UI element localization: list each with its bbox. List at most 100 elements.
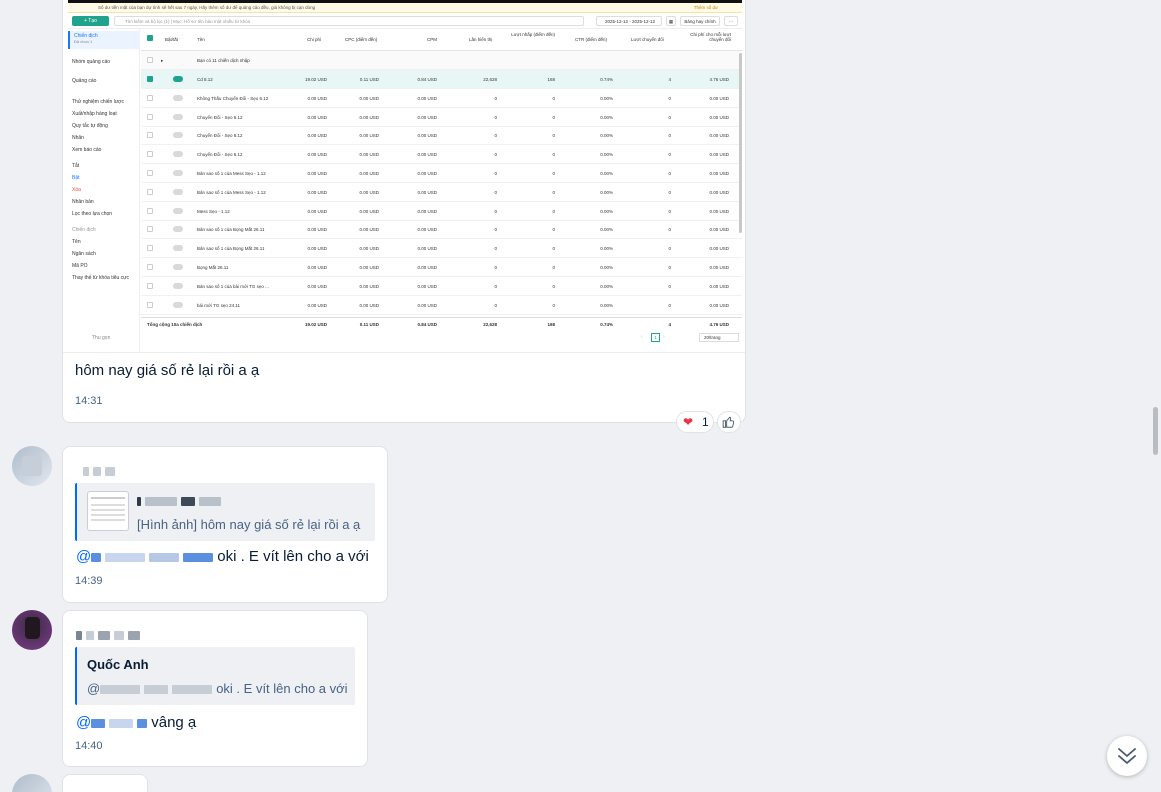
avatar-pixelated bbox=[22, 456, 42, 476]
row-cpc: 0.00 USD bbox=[359, 208, 379, 214]
row-checkbox bbox=[147, 132, 153, 139]
sidebar-collapse: Thu gọn bbox=[92, 335, 111, 341]
row-imp: 0 bbox=[494, 152, 497, 158]
col-onoff: Bật/tắt bbox=[165, 37, 179, 42]
row-conv: 0 bbox=[668, 152, 671, 158]
row-checkbox bbox=[147, 94, 153, 101]
row-cpa: 0.00 USD bbox=[709, 189, 729, 195]
sidebar-active-campaigns: Chiến dịch Đã chọn 1 bbox=[68, 31, 140, 49]
quoted-message[interactable]: Quốc Anh @ oki . E vít lên cho a với bbox=[75, 647, 355, 705]
message-body: @ vâng ạ bbox=[76, 714, 196, 731]
row-ctr: 0.00% bbox=[600, 208, 613, 214]
row-name: Cd 8.12 bbox=[197, 77, 213, 82]
row-cpc: 0.00 USD bbox=[359, 189, 379, 195]
row-imp: 0 bbox=[494, 114, 497, 120]
row-toggle bbox=[173, 151, 183, 158]
campaign-row: bài mới TG sẹo 24.11 0.00 USD 0.00 USD 0.00… bbox=[141, 296, 742, 315]
row-clicks: 0 bbox=[552, 171, 555, 176]
sidebar-tool-3: Nhãn bbox=[72, 135, 84, 141]
quoted-sender-redacted bbox=[137, 493, 225, 511]
columns-button: Bảng hay chính bbox=[680, 16, 720, 26]
row-name: Chuyển Đổi - Sẹo 6.12 bbox=[197, 133, 243, 139]
message-time: 14:31 bbox=[75, 395, 103, 407]
next-message-partial[interactable] bbox=[62, 774, 148, 792]
reply-message[interactable]: [Hình ảnh] hôm nay giá số rẻ lại rồi a ạ… bbox=[62, 446, 388, 603]
row-conv: 0 bbox=[668, 114, 671, 120]
table-scrollbar bbox=[739, 53, 742, 233]
quoted-mention: @ bbox=[87, 681, 101, 696]
row-cost: 0.00 USD bbox=[307, 189, 327, 195]
row-ctr: 0.00% bbox=[600, 189, 613, 195]
row-conv: 0 bbox=[668, 246, 671, 252]
row-clicks: 0 bbox=[552, 152, 555, 158]
like-button[interactable] bbox=[717, 411, 741, 433]
row-cpm: 0.00 USD bbox=[417, 152, 437, 158]
ads-sidebar: Chiến dịch Đã chọn 1 Nhóm quảng cáo Quản… bbox=[68, 29, 140, 352]
row-toggle bbox=[173, 301, 183, 308]
row-ctr: 0.74% bbox=[600, 77, 613, 82]
campaign-row: Cd 8.12 19.02 USD 0.11 USD 0.84 USD 22,628 16… bbox=[141, 70, 742, 89]
sidebar-status-1: Bật bbox=[72, 175, 80, 181]
sidebar-tool-0: Thử nghiệm chiến lược bbox=[72, 99, 124, 105]
calendar-icon: ▦ bbox=[666, 16, 676, 26]
row-imp: 0 bbox=[494, 171, 497, 176]
mention[interactable]: @ bbox=[76, 714, 91, 731]
row-cpa: 0.00 USD bbox=[709, 265, 729, 270]
row-ctr: 0.00% bbox=[600, 283, 613, 289]
sidebar-status-3: Nhân bản bbox=[72, 199, 94, 205]
reaction-summary[interactable]: ❤ 1 bbox=[676, 411, 714, 433]
reaction-count: 1 bbox=[702, 415, 709, 429]
row-cpa: 0.00 USD bbox=[709, 208, 729, 214]
row-clicks: 0 bbox=[552, 208, 555, 214]
ads-search-input: Tìm kiếm và bộ lọc (1) | Mục: Hồ sơ tên … bbox=[114, 16, 584, 26]
totals-cost: 19.02 USD bbox=[304, 322, 327, 327]
row-conv: 0 bbox=[668, 189, 671, 195]
mention[interactable]: @ bbox=[76, 548, 91, 565]
row-toggle bbox=[173, 76, 183, 82]
row-name: Không Thấu Chuyển Đổi - Sẹo 6.12 bbox=[197, 95, 269, 101]
row-cpa: 0.00 USD bbox=[709, 133, 729, 139]
shared-screenshot[interactable]: Số dư tiền mặt của bạn dự tính sẽ hết sa… bbox=[63, 0, 745, 353]
row-cost: 0.00 USD bbox=[307, 283, 327, 289]
campaign-row: Bản sao số 1 của Bọng Mắt 26.11 0.00 USD 0… bbox=[141, 239, 742, 259]
quoted-image-message[interactable]: [Hình ảnh] hôm nay giá số rẻ lại rồi a ạ bbox=[75, 483, 375, 541]
message-body: @ oki . E vít lên cho a với bbox=[76, 548, 369, 565]
row-imp: 0 bbox=[494, 133, 497, 139]
row-checkbox bbox=[147, 188, 153, 195]
row-conv: 4 bbox=[668, 77, 671, 82]
chat-scrollbar[interactable] bbox=[1153, 407, 1158, 455]
row-checkbox bbox=[147, 245, 153, 252]
row-cpm: 0.00 USD bbox=[417, 265, 437, 270]
row-clicks: 0 bbox=[552, 114, 555, 120]
quoted-thumbnail bbox=[87, 491, 129, 531]
row-clicks: 0 bbox=[552, 283, 555, 289]
table-pager: ‹ 1 › 20/trang bbox=[141, 331, 742, 345]
reply-message[interactable]: Quốc Anh @ oki . E vít lên cho a với @ vân… bbox=[62, 610, 368, 767]
scroll-to-bottom-button[interactable] bbox=[1107, 736, 1147, 776]
row-cost: 0.00 USD bbox=[307, 95, 327, 101]
image-message[interactable]: Số dư tiền mặt của bạn dự tính sẽ hết sa… bbox=[62, 0, 746, 423]
avatar[interactable] bbox=[12, 610, 52, 650]
row-ctr: 0.00% bbox=[600, 265, 613, 270]
avatar[interactable] bbox=[12, 774, 52, 792]
campaign-row: Bản sao số 1 của bài mới TG sẹo ... 0.00 … bbox=[141, 277, 742, 296]
message-time: 14:40 bbox=[75, 740, 103, 752]
campaign-table: Bật/tắt Tên Chi phí CPC (điểm đến) CPM L… bbox=[141, 29, 742, 352]
row-name: Bản sao số 1 của bài mới TG sẹo ... bbox=[197, 283, 269, 289]
campaign-row: Chuyển Đổi - Sẹo 6.12 0.00 USD 0.00 USD 0.0… bbox=[141, 145, 742, 165]
row-name: Bản sao số 1 của Bọng Mắt 26.11 bbox=[197, 246, 265, 252]
row-ctr: 0.00% bbox=[600, 133, 613, 139]
row-toggle bbox=[173, 245, 183, 252]
row-toggle bbox=[173, 94, 183, 101]
row-cpc: 0.00 USD bbox=[359, 152, 379, 158]
row-cpm: 0.00 USD bbox=[417, 246, 437, 252]
row-conv: 0 bbox=[668, 133, 671, 139]
row-cost: 0.00 USD bbox=[307, 171, 327, 176]
avatar[interactable] bbox=[12, 446, 52, 486]
row-ctr: 0.00% bbox=[600, 246, 613, 252]
more-icon: ··· bbox=[724, 16, 738, 26]
col-clicks: Lượt nhấp (điểm đến) bbox=[511, 32, 555, 37]
totals-label: Tổng cộng 10a chiến dịch bbox=[147, 322, 203, 327]
row-cost: 0.00 USD bbox=[307, 133, 327, 139]
row-name: Bản sao số 1 của Mess Sẹo - 1.12 bbox=[197, 189, 266, 195]
